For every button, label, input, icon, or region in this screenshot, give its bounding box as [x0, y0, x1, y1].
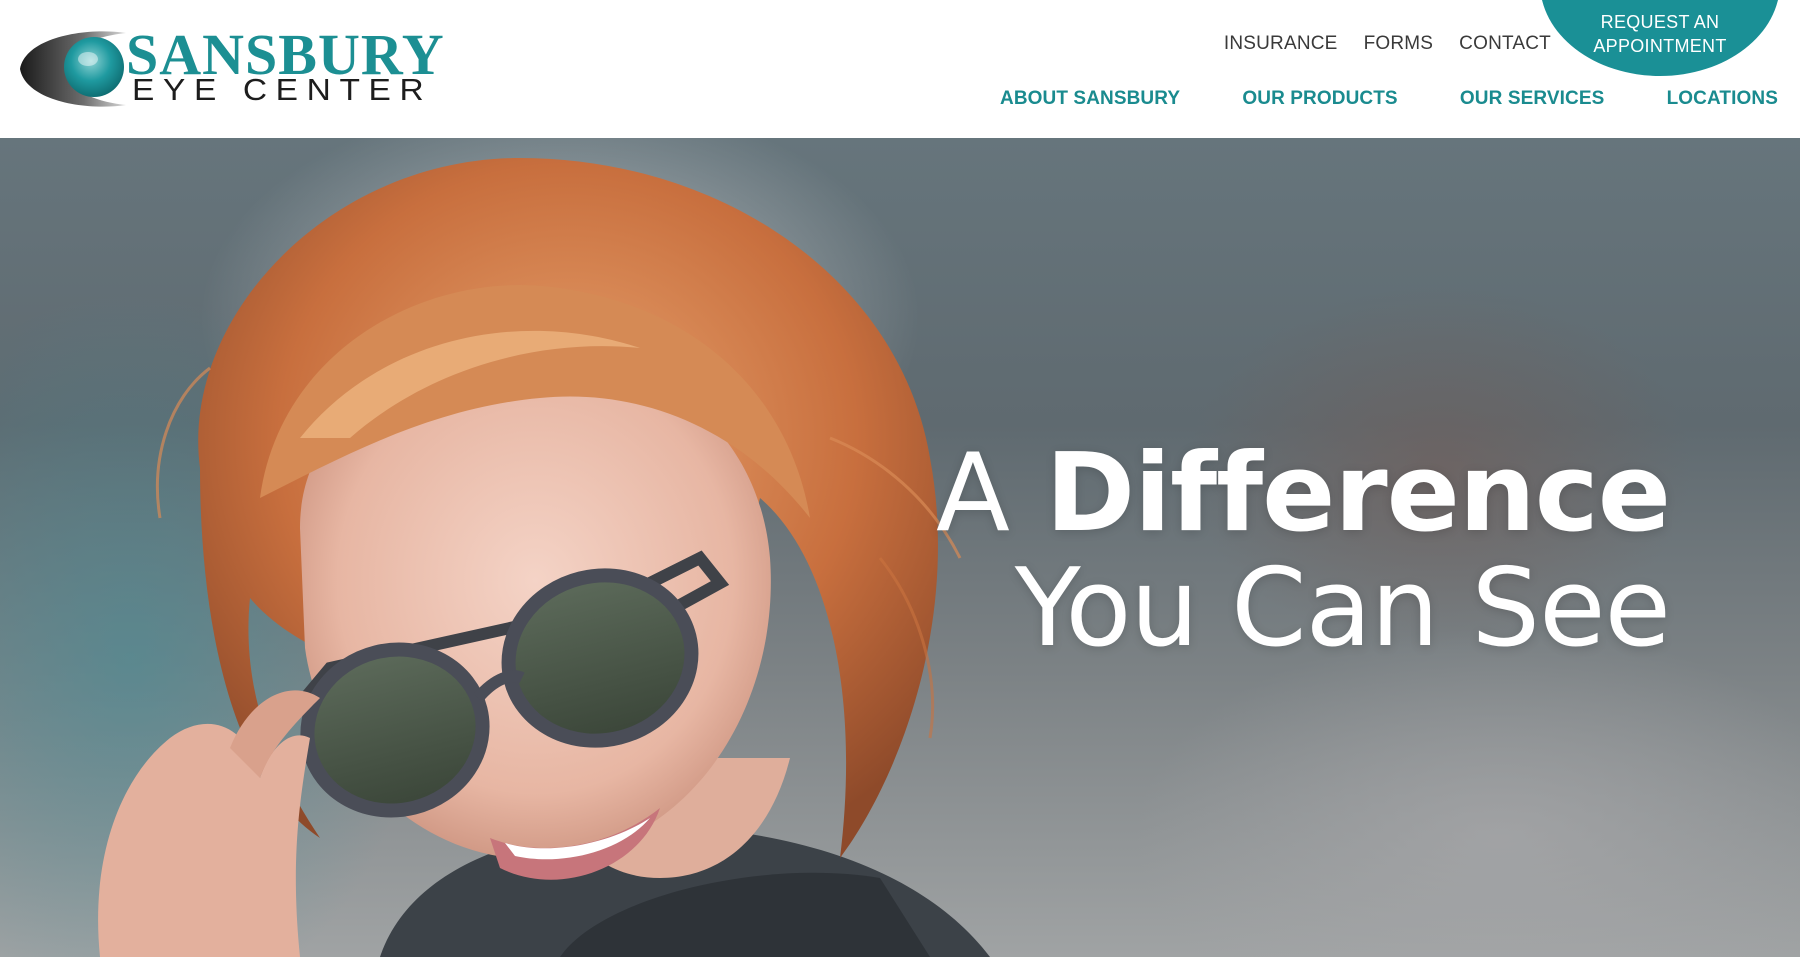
cta-line-1: REQUEST AN [1600, 12, 1720, 32]
nav-link-forms[interactable]: FORMS [1364, 33, 1434, 55]
headline-word-a: A [935, 431, 1010, 556]
nav-item-services[interactable]: OUR SERVICES [1460, 88, 1604, 110]
nav-item-locations[interactable]: LOCATIONS [1667, 88, 1778, 110]
eye-logo-icon [20, 31, 126, 107]
logo-name-bottom: EYE CENTER [132, 72, 433, 107]
site-logo[interactable]: SANSBURY EYE CENTER [16, 24, 444, 114]
cta-line-2: APPOINTMENT [1593, 36, 1727, 56]
nav-item-about[interactable]: ABOUT SANSBURY [1000, 88, 1180, 110]
site-header: SANSBURY EYE CENTER INSURANCE FORMS CONT… [0, 0, 1800, 138]
request-appointment-button[interactable]: REQUEST AN APPOINTMENT [1540, 0, 1780, 76]
request-appointment-label: REQUEST AN APPOINTMENT [1540, 10, 1780, 58]
headline-line-2: You Can See [1014, 546, 1671, 671]
nav-item-products[interactable]: OUR PRODUCTS [1242, 88, 1397, 110]
headline-line-1: A Difference [936, 438, 1671, 550]
hero-headline: A Difference You Can See [936, 438, 1671, 671]
hero-banner: A Difference You Can See [0, 138, 1800, 957]
nav-link-insurance[interactable]: INSURANCE [1224, 33, 1338, 55]
nav-link-contact[interactable]: CONTACT [1459, 33, 1551, 55]
utility-nav: INSURANCE FORMS CONTACT [1224, 33, 1551, 55]
main-nav: ABOUT SANSBURY OUR PRODUCTS OUR SERVICES… [1000, 88, 1778, 110]
headline-word-difference: Difference [1045, 431, 1671, 556]
